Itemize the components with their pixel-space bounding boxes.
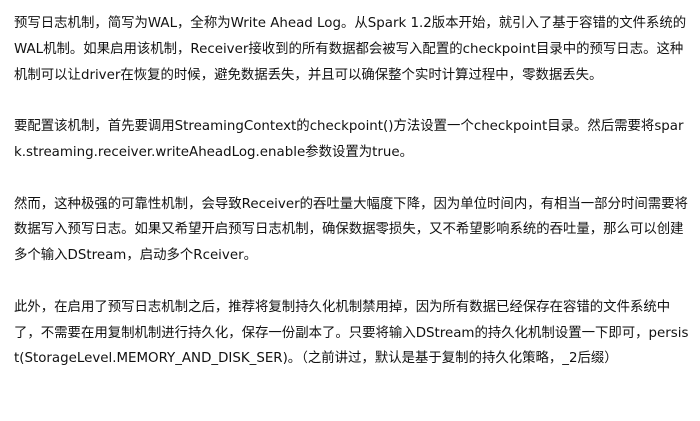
paragraph-wal-config: 要配置该机制，首先要调用StreamingContext的checkpoint(… (14, 119, 684, 160)
paragraph-persistence: 此外，在启用了预写日志机制之后，推荐将复制持久化机制禁用掉，因为所有数据已经保存… (14, 299, 689, 367)
paragraph-wal-intro: 预写日志机制，简写为WAL，全称为Write Ahead Log。从Spark … (14, 16, 687, 83)
paragraph-throughput: 然而，这种极强的可靠性机制，会导致Receiver的吞吐量大幅度下降，因为单位时… (14, 196, 688, 264)
document-body: 预写日志机制，简写为WAL，全称为Write Ahead Log。从Spark … (14, 11, 690, 372)
